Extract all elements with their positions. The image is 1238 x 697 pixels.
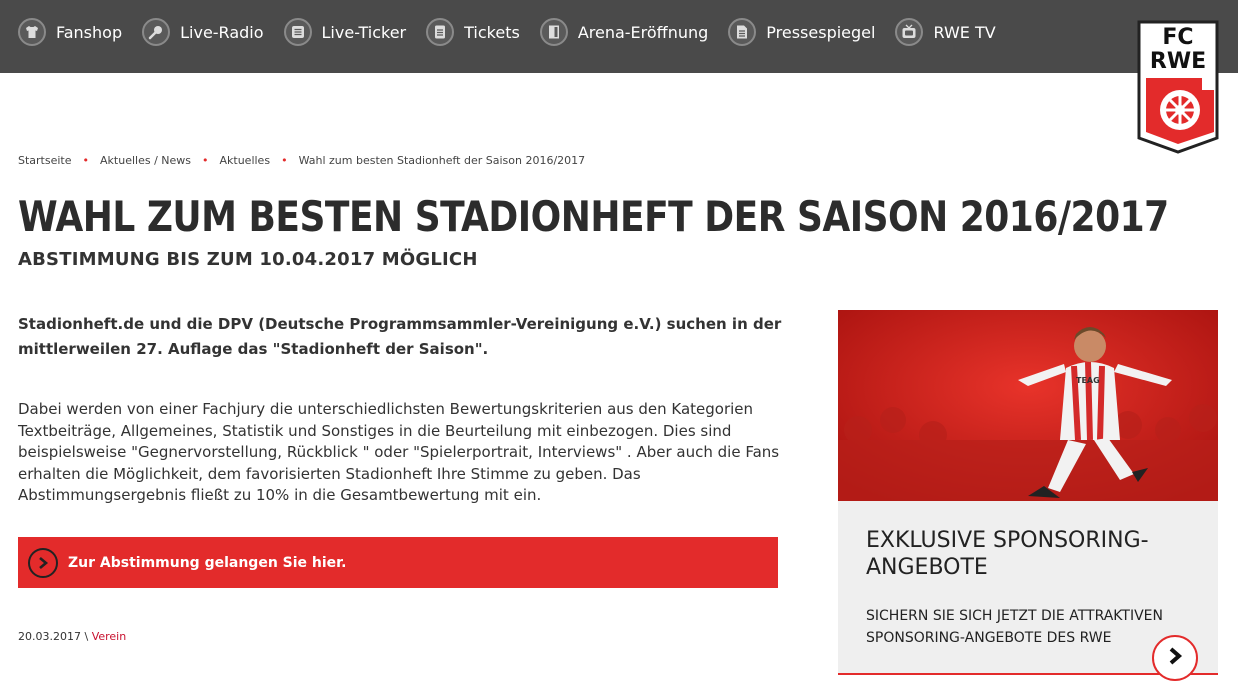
page-subtitle: ABSTIMMUNG BIS ZUM 10.04.2017 MÖGLICH <box>18 249 478 270</box>
breadcrumb-separator: • <box>281 154 288 167</box>
logo-text-fc: FC <box>1162 25 1193 50</box>
document-icon <box>728 18 757 46</box>
nav-label: Fanshop <box>56 22 123 42</box>
breadcrumb-news[interactable]: Aktuelles / News <box>100 154 191 167</box>
main-nav: Fanshop Live-Radio Live-Ticker Tickets A… <box>18 17 1016 47</box>
player-photo: TEAG <box>838 310 1218 501</box>
nav-label: RWE TV <box>933 22 996 42</box>
teaser-text: SICHERN SIE SICH JETZT DIE ATTRAKTIVEN S… <box>866 608 1163 646</box>
nav-item-pressespiegel[interactable]: Pressespiegel <box>728 17 875 47</box>
top-navigation-bar: Fanshop Live-Radio Live-Ticker Tickets A… <box>0 0 1238 73</box>
nav-item-live-ticker[interactable]: Live-Ticker <box>283 17 407 47</box>
nav-item-fanshop[interactable]: Fanshop <box>18 17 122 47</box>
microphone-icon <box>142 18 171 46</box>
category-link[interactable]: Verein <box>92 630 127 643</box>
nav-item-live-radio[interactable]: Live-Radio <box>142 17 264 47</box>
vote-cta-button[interactable]: Zur Abstimmung gelangen Sie hier. <box>18 537 778 588</box>
article-meta: 20.03.2017 \ Verein <box>18 630 126 643</box>
sponsoring-teaser[interactable]: TEAG EXKLUSIVE SPONSORING-ANGEBOTE SICHE… <box>838 310 1218 681</box>
breadcrumb-separator: • <box>202 154 209 167</box>
article-body: Dabei werden von einer Fachjury die unte… <box>18 400 780 504</box>
shirt-icon <box>18 18 46 46</box>
teaser-title: EXKLUSIVE SPONSORING-ANGEBOTE <box>866 528 1149 580</box>
chevron-right-icon <box>28 547 58 578</box>
page-title: WAHL ZUM BESTEN STADIONHEFT DER SAISON 2… <box>18 193 1169 242</box>
logo-text-rwe: RWE <box>1150 49 1206 74</box>
ticker-icon <box>283 18 312 46</box>
vote-cta-label: Zur Abstimmung gelangen Sie hier. <box>68 554 347 571</box>
teaser-arrow-button[interactable] <box>1152 635 1198 681</box>
tv-icon <box>895 18 924 46</box>
nav-label: Arena-Eröffnung <box>577 22 709 42</box>
breadcrumb-separator: • <box>82 154 90 167</box>
nav-label: Pressespiegel <box>766 22 876 42</box>
nav-label: Tickets <box>464 22 520 42</box>
nav-item-tickets[interactable]: Tickets <box>426 17 520 47</box>
nav-label: Live-Ticker <box>321 22 407 42</box>
ticket-icon <box>426 18 455 46</box>
nav-label: Live-Radio <box>180 22 264 42</box>
breadcrumb-current: Wahl zum besten Stadionheft der Saison 2… <box>298 154 586 167</box>
meta-separator: \ <box>80 630 92 643</box>
jersey-sponsor-text: TEAG <box>1076 376 1100 385</box>
door-icon <box>539 18 568 46</box>
nav-item-arena-eroeffnung[interactable]: Arena-Eröffnung <box>539 17 709 47</box>
article-lead: Stadionheft.de und die DPV (Deutsche Pro… <box>18 315 782 358</box>
breadcrumb-home[interactable]: Startseite <box>18 154 72 167</box>
chevron-right-icon <box>1166 647 1184 669</box>
nav-item-rwe-tv[interactable]: RWE TV <box>895 17 996 47</box>
breadcrumb-aktuelles[interactable]: Aktuelles <box>220 154 271 167</box>
club-logo[interactable]: FC RWE <box>1136 20 1220 154</box>
article-date: 20.03.2017 <box>18 630 81 643</box>
breadcrumb: Startseite • Aktuelles / News • Aktuelle… <box>18 154 585 167</box>
